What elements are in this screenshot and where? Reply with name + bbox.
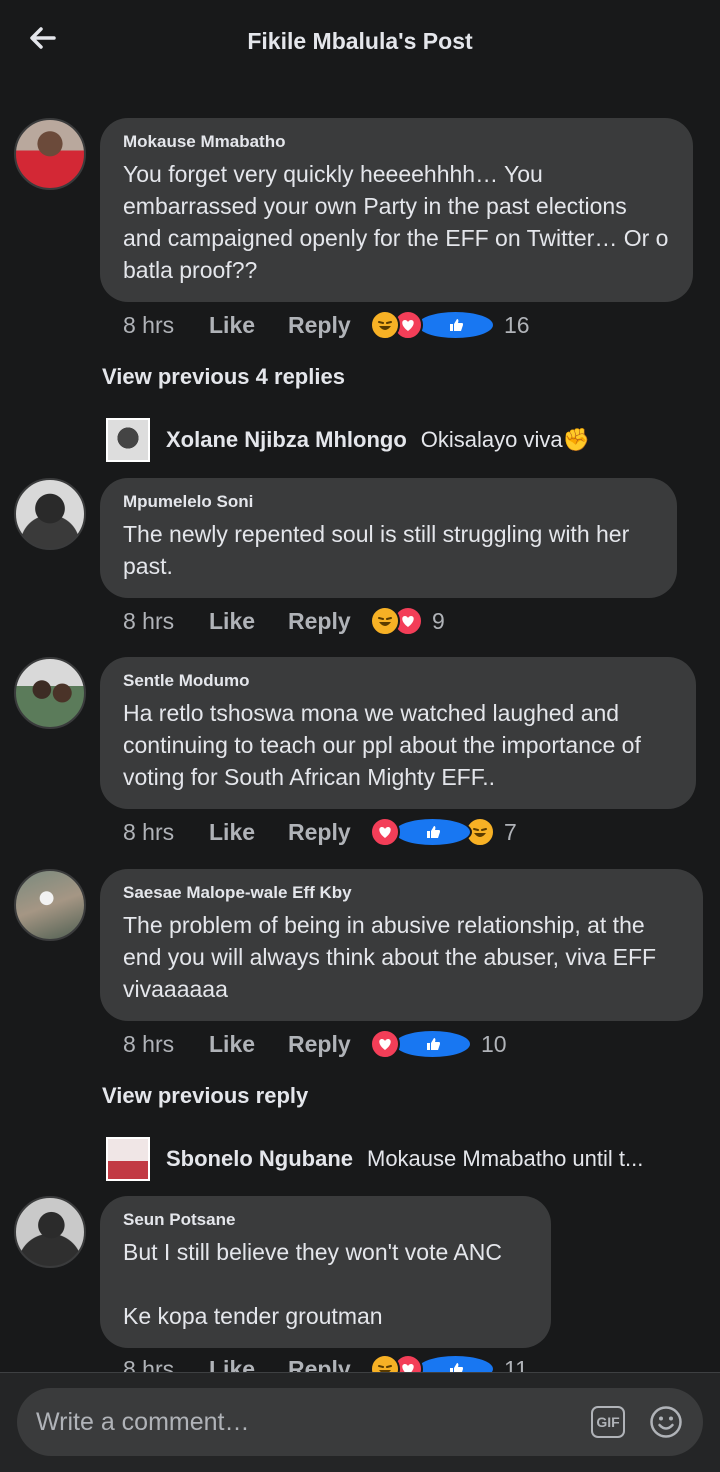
comment-bubble[interactable]: Seun Potsane But I still believe they wo… [100, 1196, 551, 1348]
gif-icon: GIF [596, 1414, 620, 1430]
reactions[interactable] [370, 606, 423, 636]
comment-time[interactable]: 8 hrs [123, 1031, 209, 1058]
comment-bubble[interactable]: Mokause Mmabatho You forget very quickly… [100, 118, 693, 302]
love-reaction-icon [370, 817, 400, 847]
comment-text: The newly repented soul is still struggl… [123, 521, 630, 579]
page-title: Fikile Mbalula's Post [247, 28, 473, 54]
reply-author[interactable]: Xolane Njibza Mhlongo [166, 427, 407, 453]
reactions[interactable] [370, 1029, 472, 1059]
comment-actions: 8 hrs Like Reply 16 [123, 308, 530, 342]
reaction-count[interactable]: 16 [504, 312, 530, 339]
avatar [106, 418, 150, 462]
comment-time[interactable]: 8 hrs [123, 312, 209, 339]
avatar[interactable] [14, 657, 86, 729]
like-reaction-icon [393, 1029, 472, 1059]
like-button[interactable]: Like [209, 1031, 288, 1058]
reply-text: Okisalayo viva✊ [420, 427, 591, 452]
comment-author[interactable]: Sentle Modumo [123, 671, 674, 691]
comment-text: Ha retlo tshoswa mona we watched laughed… [123, 700, 641, 790]
comment-author[interactable]: Mpumelelo Soni [123, 492, 655, 512]
comment-author[interactable]: Mokause Mmabatho [123, 132, 671, 152]
reply-button[interactable]: Reply [288, 1356, 368, 1373]
comment-input[interactable] [36, 1406, 556, 1438]
comment-text: You forget very quickly heeeehhhh… You e… [123, 161, 669, 283]
comment-author[interactable]: Seun Potsane [123, 1210, 529, 1230]
reactions[interactable] [370, 817, 495, 847]
emoji-icon [649, 1406, 683, 1443]
like-button[interactable]: Like [209, 819, 288, 846]
reaction-count[interactable]: 9 [432, 608, 445, 635]
reactions[interactable] [370, 310, 495, 340]
comment-actions: 8 hrs Like Reply 10 [123, 1027, 507, 1061]
reply-preview[interactable]: Xolane Njibza Mhlongo Okisalayo viva✊ [106, 418, 590, 462]
reaction-count[interactable]: 7 [504, 819, 517, 846]
comment-author[interactable]: Saesae Malope-wale Eff Kby [123, 883, 681, 903]
reaction-count[interactable]: 11 [504, 1356, 528, 1373]
comment-time[interactable]: 8 hrs [123, 608, 209, 635]
haha-reaction-icon [370, 606, 400, 636]
emoji-button[interactable] [649, 1405, 683, 1439]
avatar[interactable] [14, 1196, 86, 1268]
comment-bubble[interactable]: Sentle Modumo Ha retlo tshoswa mona we w… [100, 657, 696, 809]
reply-button[interactable]: Reply [288, 1031, 368, 1058]
love-reaction-icon [370, 1029, 400, 1059]
like-reaction-icon [393, 817, 472, 847]
header: Fikile Mbalula's Post [0, 0, 720, 88]
reply-preview[interactable]: Sbonelo Ngubane Mokause Mmabatho until t… [106, 1137, 643, 1181]
comment-text: The problem of being in abusive relation… [123, 912, 657, 1002]
comment-time[interactable]: 8 hrs [123, 819, 209, 846]
avatar [106, 1137, 150, 1181]
avatar[interactable] [14, 478, 86, 550]
comment-composer[interactable]: GIF [17, 1388, 703, 1456]
comment-time[interactable]: 8 hrs [123, 1356, 209, 1373]
like-reaction-icon [416, 1354, 495, 1372]
reaction-count[interactable]: 10 [481, 1031, 507, 1058]
comment-bubble[interactable]: Saesae Malope-wale Eff Kby The problem o… [100, 869, 703, 1021]
like-reaction-icon [416, 310, 495, 340]
reply-button[interactable]: Reply [288, 608, 368, 635]
reply-author[interactable]: Sbonelo Ngubane [166, 1146, 353, 1172]
like-button[interactable]: Like [209, 312, 288, 339]
view-previous-replies[interactable]: View previous 4 replies [102, 364, 345, 390]
comment-actions: 8 hrs Like Reply 9 [123, 604, 445, 638]
comments-feed: Mokause Mmabatho You forget very quickly… [0, 0, 720, 1372]
like-button[interactable]: Like [209, 608, 288, 635]
avatar[interactable] [14, 118, 86, 190]
haha-reaction-icon [370, 310, 400, 340]
reactions[interactable] [370, 1354, 495, 1372]
reply-button[interactable]: Reply [288, 312, 368, 339]
comment-text: But I still believe they won't vote ANC … [123, 1239, 502, 1329]
gif-button[interactable]: GIF [591, 1406, 625, 1438]
view-previous-replies[interactable]: View previous reply [102, 1083, 308, 1109]
haha-reaction-icon [370, 1354, 400, 1372]
avatar[interactable] [14, 869, 86, 941]
comment-actions: 8 hrs Like Reply 11 [123, 1352, 528, 1372]
reply-button[interactable]: Reply [288, 819, 368, 846]
comment-actions: 8 hrs Like Reply 7 [123, 815, 517, 849]
comment-bubble[interactable]: Mpumelelo Soni The newly repented soul i… [100, 478, 677, 598]
like-button[interactable]: Like [209, 1356, 288, 1373]
reply-text: Mokause Mmabatho until t... [367, 1146, 644, 1171]
